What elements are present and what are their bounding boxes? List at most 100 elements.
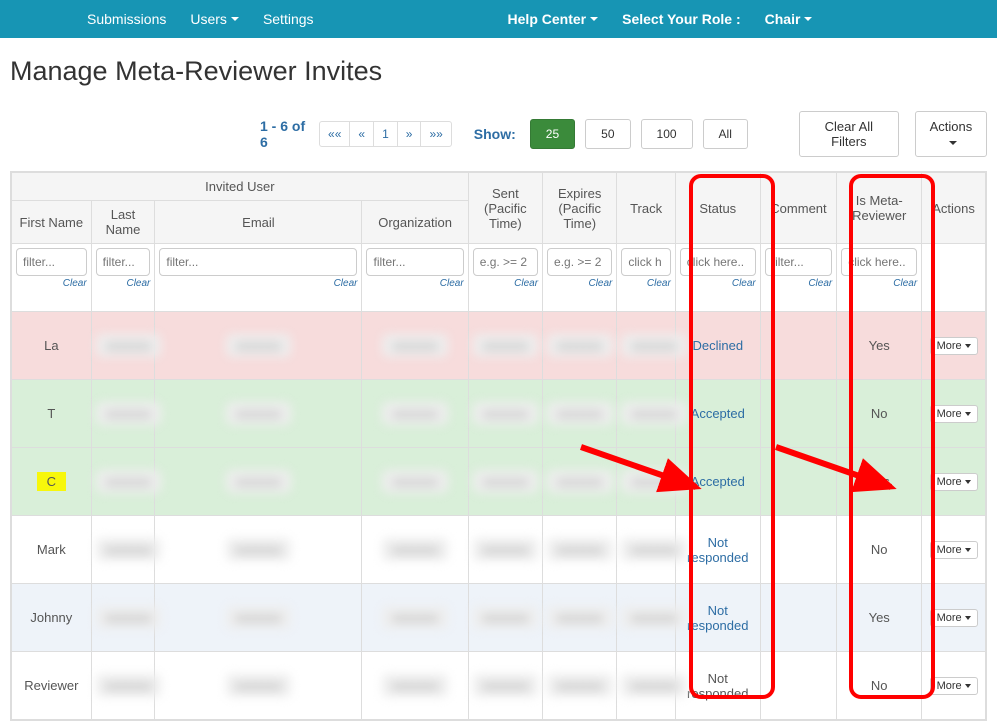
page-first-button[interactable]: «« (319, 121, 350, 147)
filter-first-name[interactable] (16, 248, 87, 276)
cell-email: xxxxxxx (155, 448, 362, 516)
more-button[interactable]: More (930, 677, 978, 695)
more-button[interactable]: More (930, 609, 978, 627)
clear-filter-organization[interactable]: Clear (366, 278, 463, 289)
clear-filter-comment[interactable]: Clear (765, 278, 832, 289)
cell-is-meta: Yes (837, 584, 922, 652)
actions-button[interactable]: Actions (915, 111, 987, 157)
chevron-down-icon (965, 616, 971, 620)
clear-filter-first-name[interactable]: Clear (16, 278, 87, 289)
cell-first-name: Johnny (12, 584, 92, 652)
header-status[interactable]: Status (675, 173, 760, 244)
filter-expires[interactable] (547, 248, 612, 276)
cell-email: xxxxxxx (155, 652, 362, 720)
clear-filter-track[interactable]: Clear (621, 278, 670, 289)
header-organization[interactable]: Organization (362, 201, 468, 244)
header-expires[interactable]: Expires (Pacific Time) (543, 173, 617, 244)
table-row: Markxxxxxxxxxxxxxxxxxxxxxxxxxxxxxxxxxxxx… (12, 516, 986, 584)
nav-center: Help Center Select Your Role : Chair (496, 1, 825, 37)
filter-sent[interactable] (473, 248, 538, 276)
chevron-down-icon (231, 17, 239, 21)
cell-status: Accepted (675, 448, 760, 516)
filter-status[interactable] (680, 248, 756, 276)
filter-email[interactable] (159, 248, 357, 276)
page-prev-button[interactable]: « (349, 121, 374, 147)
filter-last-name[interactable] (96, 248, 151, 276)
cell-is-meta: No (837, 652, 922, 720)
page-number-button[interactable]: 1 (373, 121, 398, 147)
actions-label: Actions (930, 119, 973, 134)
status-link[interactable]: Not responded (687, 603, 748, 633)
nav-left: Submissions Users Settings (75, 1, 326, 37)
cell-email: xxxxxxx (155, 312, 362, 380)
toolbar: 1 - 6 of 6 «« « 1 » »» Show: 25 50 100 A… (0, 105, 997, 171)
page-last-button[interactable]: »» (420, 121, 451, 147)
cell-expires: xxxxxxx (543, 584, 617, 652)
header-sent[interactable]: Sent (Pacific Time) (468, 173, 542, 244)
clear-filter-is-meta[interactable]: Clear (841, 278, 917, 289)
cell-status: Accepted (675, 380, 760, 448)
filter-comment[interactable] (765, 248, 832, 276)
cell-last-name: xxxxxxx (91, 380, 155, 448)
page-next-button[interactable]: » (397, 121, 422, 147)
status-link[interactable]: Accepted (691, 406, 745, 421)
nav-help-center[interactable]: Help Center (496, 1, 611, 37)
header-actions: Actions (922, 173, 986, 244)
status-link[interactable]: Accepted (691, 474, 745, 489)
nav-help-label: Help Center (508, 11, 587, 27)
more-button[interactable]: More (930, 405, 978, 423)
clear-filter-email[interactable]: Clear (159, 278, 357, 289)
pagesize-all-button[interactable]: All (703, 119, 748, 149)
chevron-down-icon (965, 684, 971, 688)
pagesize-100-button[interactable]: 100 (641, 119, 693, 149)
pagesize-25-button[interactable]: 25 (530, 119, 575, 149)
filter-track[interactable] (621, 248, 670, 276)
show-label: Show: (474, 126, 516, 142)
clear-all-filters-button[interactable]: Clear All Filters (799, 111, 899, 157)
chevron-down-icon (965, 548, 971, 552)
cell-actions: More (922, 380, 986, 448)
header-comment[interactable]: Comment (760, 173, 836, 244)
cell-last-name: xxxxxxx (91, 584, 155, 652)
filter-organization[interactable] (366, 248, 463, 276)
cell-comment (760, 652, 836, 720)
status-link[interactable]: Not responded (687, 535, 748, 565)
header-email[interactable]: Email (155, 201, 362, 244)
clear-filter-sent[interactable]: Clear (473, 278, 538, 289)
more-button[interactable]: More (930, 541, 978, 559)
cell-track: xxxxxxx (617, 448, 675, 516)
cell-is-meta: Yes (837, 312, 922, 380)
clear-filter-status[interactable]: Clear (680, 278, 756, 289)
cell-track: xxxxxxx (617, 584, 675, 652)
nav-role-value: Chair (765, 11, 801, 27)
filter-is-meta[interactable] (841, 248, 917, 276)
cell-comment (760, 312, 836, 380)
nav-role[interactable]: Chair (753, 1, 825, 37)
nav-role-label: Select Your Role : (610, 1, 753, 37)
grid: Invited User Sent (Pacific Time) Expires… (10, 171, 987, 721)
header-last-name[interactable]: Last Name (91, 201, 155, 244)
pagesize-50-button[interactable]: 50 (585, 119, 630, 149)
cell-last-name: xxxxxxx (91, 516, 155, 584)
more-button[interactable]: More (930, 473, 978, 491)
header-first-name[interactable]: First Name (12, 201, 92, 244)
cell-expires: xxxxxxx (543, 516, 617, 584)
cell-comment (760, 448, 836, 516)
header-track[interactable]: Track (617, 173, 675, 244)
nav-settings[interactable]: Settings (251, 1, 326, 37)
cell-track: xxxxxxx (617, 652, 675, 720)
chevron-down-icon (590, 17, 598, 21)
clear-filter-last-name[interactable]: Clear (96, 278, 151, 289)
pagination: «« « 1 » »» (320, 121, 452, 147)
cell-email: xxxxxxx (155, 584, 362, 652)
more-button[interactable]: More (930, 337, 978, 355)
chevron-down-icon (949, 141, 957, 145)
clear-filter-expires[interactable]: Clear (547, 278, 612, 289)
status-link[interactable]: Declined (692, 338, 743, 353)
navbar: Submissions Users Settings Help Center S… (0, 0, 997, 38)
nav-users[interactable]: Users (178, 1, 251, 37)
header-is-meta[interactable]: Is Meta-Reviewer (837, 173, 922, 244)
cell-comment (760, 380, 836, 448)
nav-users-label: Users (190, 11, 227, 27)
nav-submissions[interactable]: Submissions (75, 1, 178, 37)
